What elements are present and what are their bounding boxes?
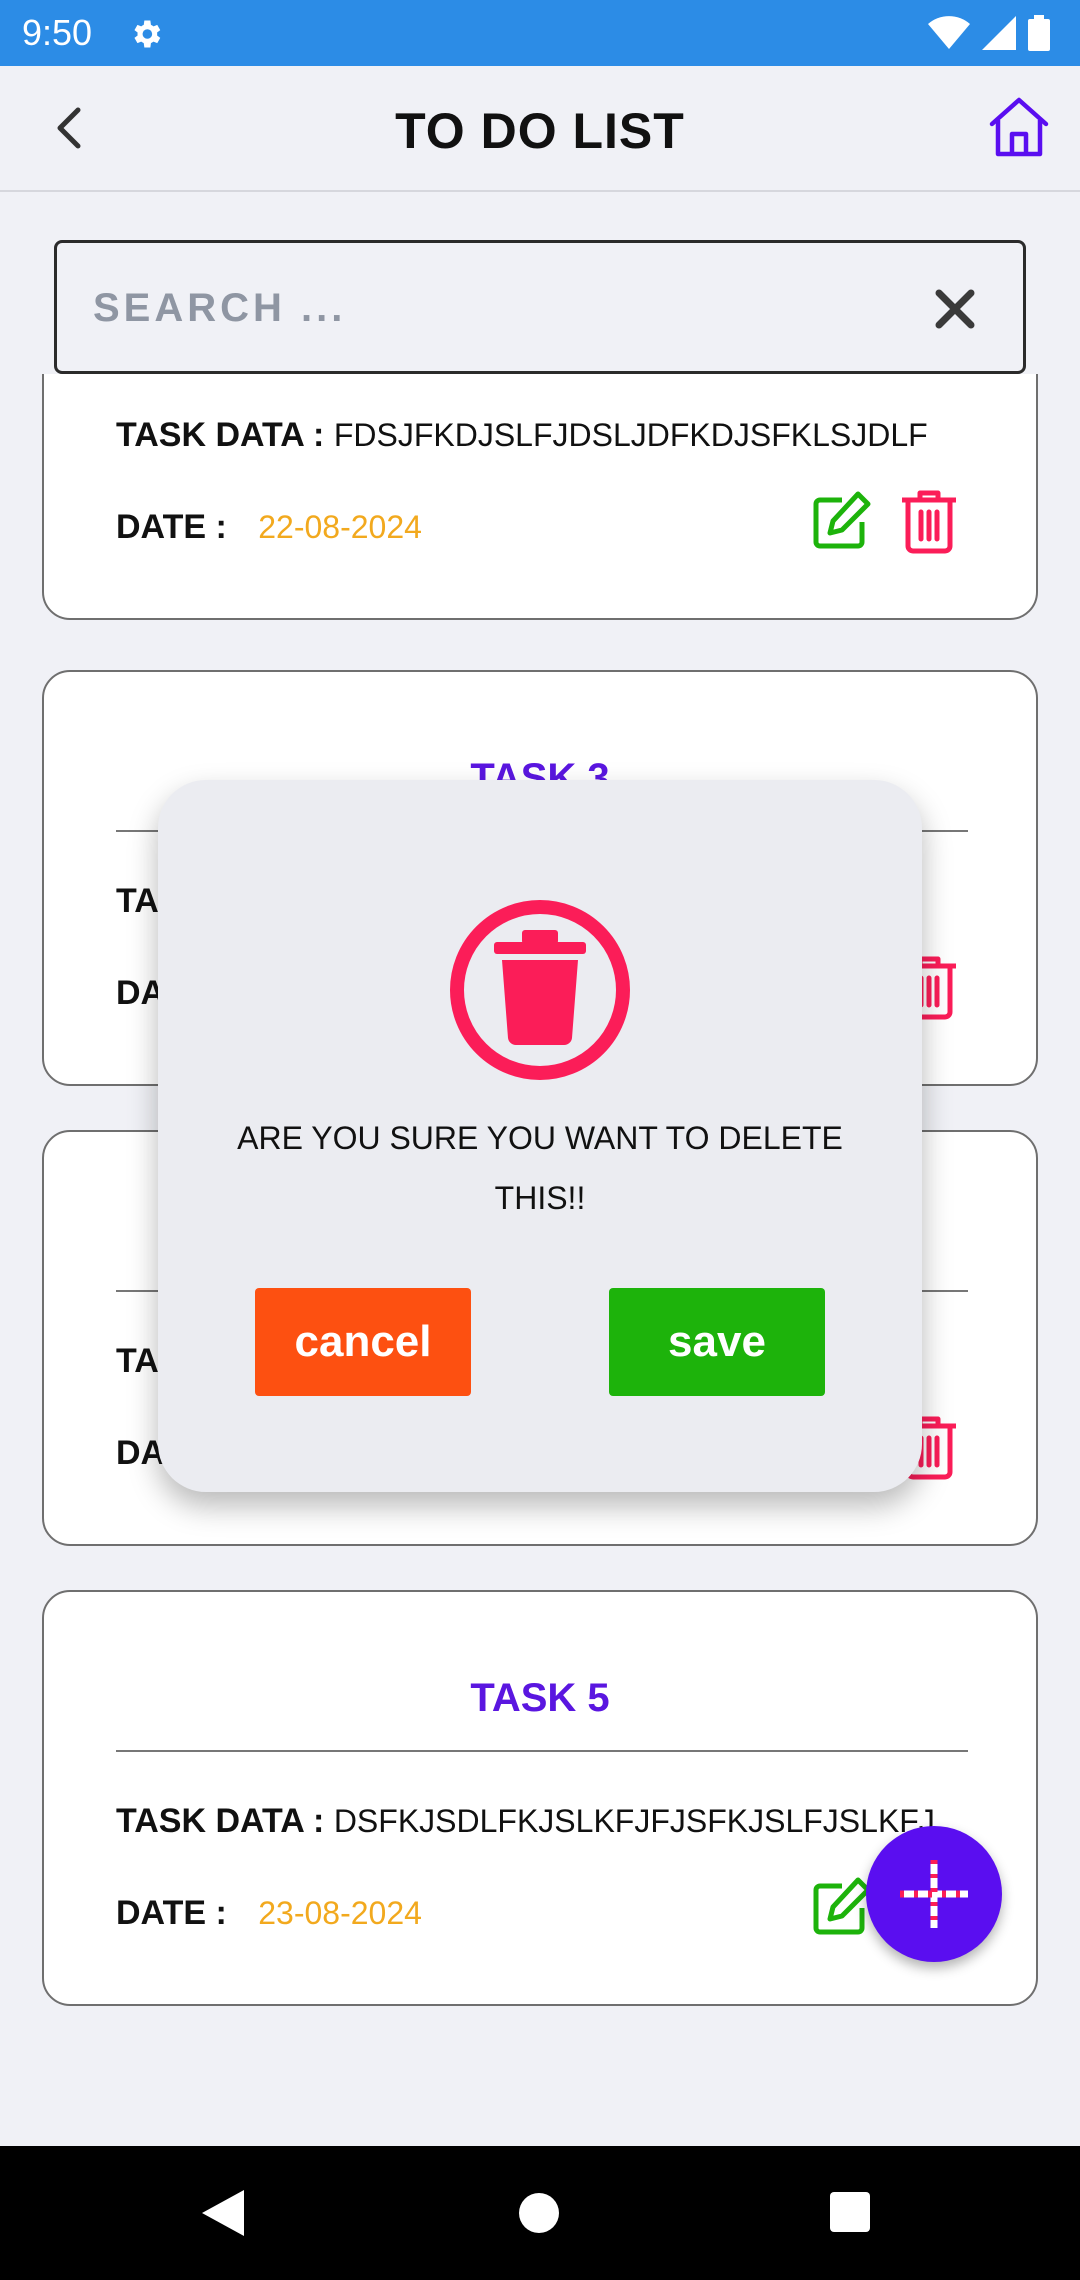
nav-home-icon[interactable] xyxy=(518,2192,560,2234)
save-button[interactable]: save xyxy=(609,1288,825,1396)
navigation-bar xyxy=(0,2146,1080,2280)
nav-back-icon[interactable] xyxy=(200,2188,246,2238)
delete-confirm-dialog: ARE YOU SURE YOU WANT TO DELETE THIS!! c… xyxy=(158,780,922,1492)
dialog-message: ARE YOU SURE YOU WANT TO DELETE THIS!! xyxy=(237,1120,843,1216)
cancel-button[interactable]: cancel xyxy=(255,1288,471,1396)
nav-recents-icon[interactable] xyxy=(830,2192,870,2232)
delete-warning-icon xyxy=(450,900,630,1080)
dialog-overlay: ARE YOU SURE YOU WANT TO DELETE THIS!! c… xyxy=(0,0,1080,2280)
